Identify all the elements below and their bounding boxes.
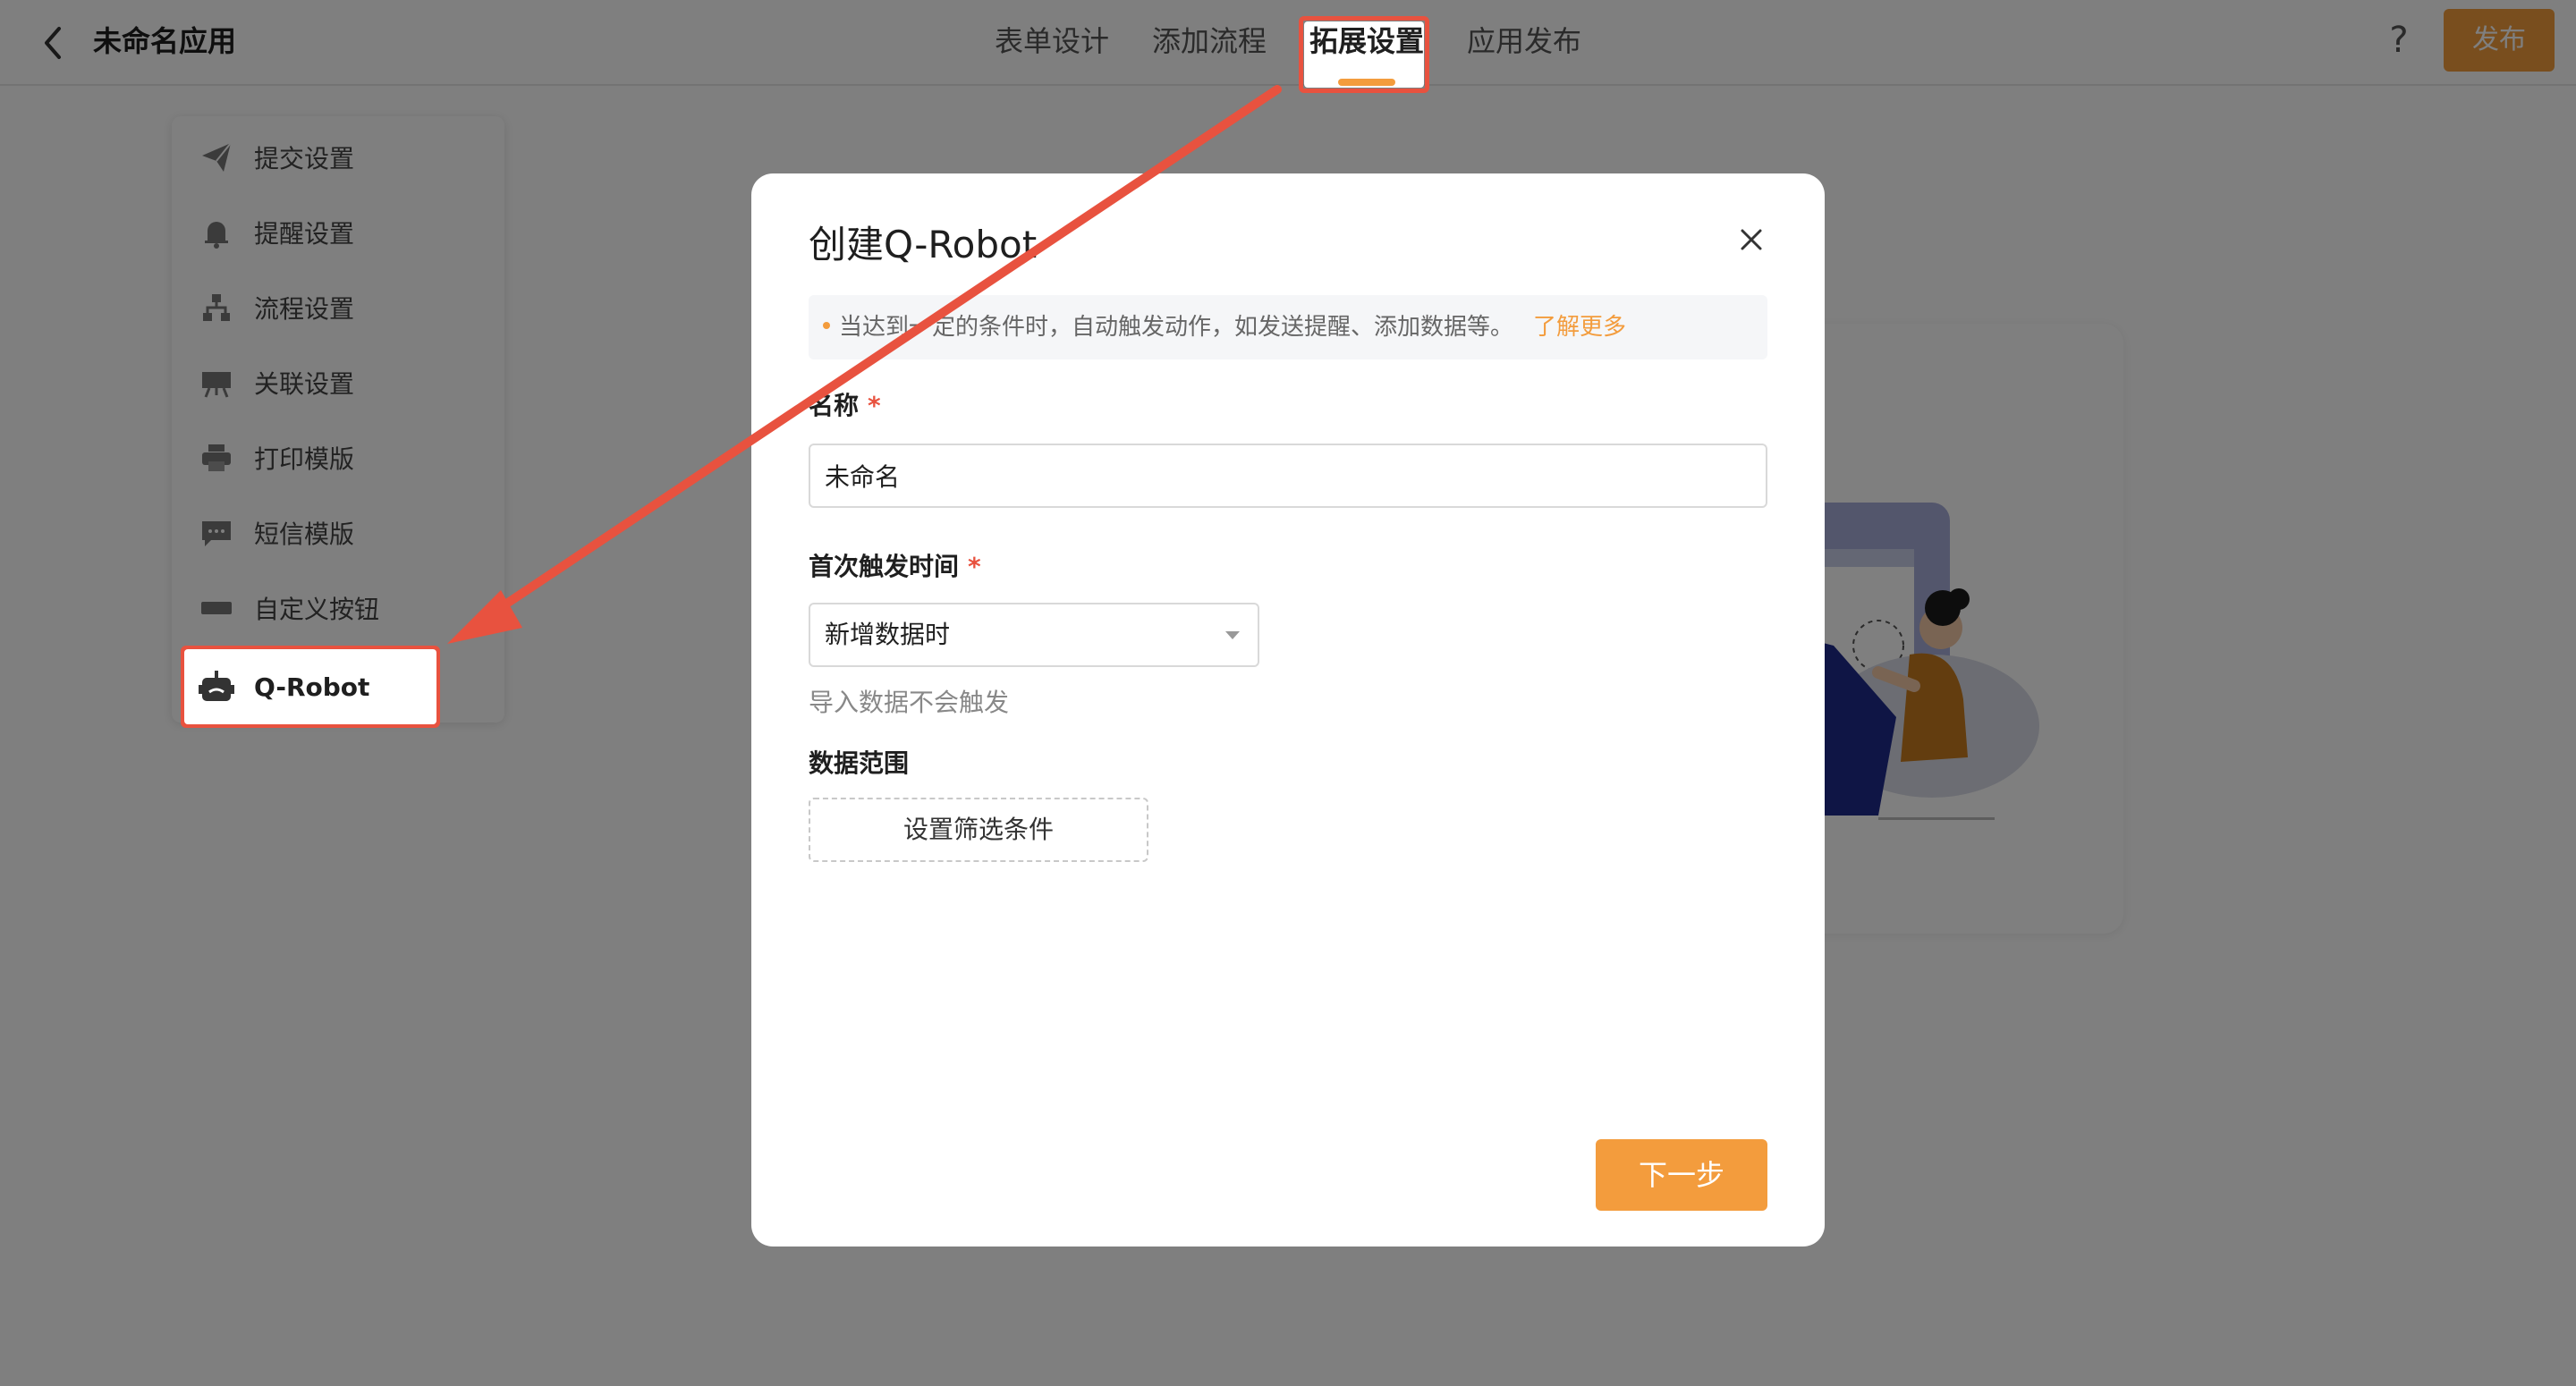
chevron-down-icon bbox=[1225, 631, 1240, 639]
trigger-time-label: 首次触发时间 * bbox=[809, 549, 981, 585]
name-label-text: 名称 bbox=[809, 391, 860, 420]
data-range-label: 数据范围 bbox=[809, 748, 910, 778]
trigger-time-select[interactable]: 新增数据时 bbox=[809, 603, 1259, 667]
name-input[interactable] bbox=[809, 444, 1767, 508]
set-filter-button[interactable]: 设置筛选条件 bbox=[809, 798, 1148, 862]
create-q-robot-dialog: 创建Q-Robot 当达到一定的条件时，自动触发动作，如发送提醒、添加数据等。 … bbox=[751, 173, 1825, 1247]
trigger-label-text: 首次触发时间 bbox=[809, 552, 960, 581]
active-tab-indicator bbox=[1338, 79, 1395, 86]
close-icon[interactable] bbox=[1733, 222, 1769, 258]
trigger-hint: 导入数据不会触发 bbox=[809, 688, 1010, 717]
dialog-title: 创建Q-Robot bbox=[809, 223, 1038, 266]
learn-more-link[interactable]: 了解更多 bbox=[1533, 309, 1626, 345]
sidebar-item-label: Q-Robot bbox=[254, 672, 370, 702]
trigger-time-value: 新增数据时 bbox=[825, 620, 951, 649]
required-mark: * bbox=[868, 391, 881, 420]
tab-extension-settings-highlighted[interactable]: 拓展设置 bbox=[1309, 21, 1424, 61]
next-step-button[interactable]: 下一步 bbox=[1596, 1139, 1767, 1211]
info-text: 当达到一定的条件时，自动触发动作，如发送提醒、添加数据等。 bbox=[839, 314, 1514, 341]
info-bullet bbox=[823, 322, 830, 329]
name-field-label: 名称 * bbox=[809, 388, 881, 424]
sidebar-item-q-robot-highlighted[interactable]: Q-Robot bbox=[199, 662, 485, 712]
required-mark: * bbox=[968, 552, 981, 581]
robot-icon bbox=[199, 669, 234, 705]
